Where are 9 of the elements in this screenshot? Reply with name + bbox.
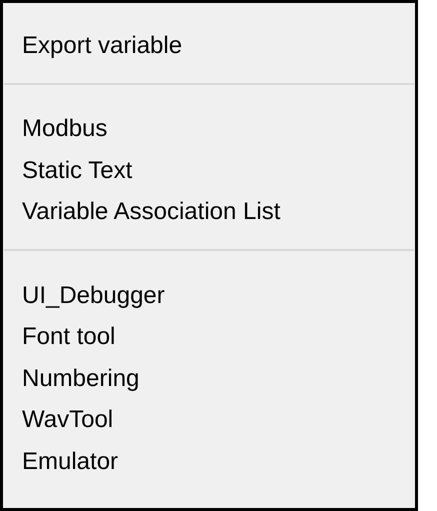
menu-item[interactable]: Export variable (22, 34, 182, 58)
menu-item[interactable]: Variable Association List (22, 200, 280, 224)
menu-item[interactable]: WavTool (22, 408, 114, 432)
menu-item[interactable]: Emulator (22, 450, 118, 474)
menu-item[interactable]: Static Text (22, 158, 132, 183)
menu-item[interactable]: Modbus (22, 117, 108, 142)
menu-item[interactable]: Numbering (22, 366, 140, 391)
menu-item[interactable]: UI_Debugger (22, 284, 165, 308)
menu-item[interactable]: Font tool (22, 325, 116, 350)
